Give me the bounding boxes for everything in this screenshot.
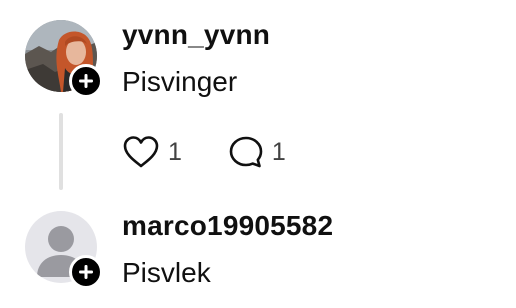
- plus-icon: [79, 265, 93, 279]
- thread-post: yvnn_yvnn Pisvinger 1 1: [0, 0, 516, 200]
- avatar-container: [25, 20, 103, 98]
- thread-line: [59, 113, 63, 190]
- follow-button[interactable]: [69, 255, 103, 289]
- reply-button[interactable]: 1: [228, 135, 286, 169]
- like-button[interactable]: 1: [122, 135, 182, 169]
- reply-count: 1: [271, 138, 286, 166]
- comment-icon: [229, 136, 263, 168]
- like-count: 1: [168, 138, 182, 166]
- heart-icon: [123, 136, 159, 168]
- username[interactable]: yvnn_yvnn: [122, 18, 270, 52]
- thread-post: marco19905582 Pisvlek: [0, 200, 516, 308]
- avatar-container: [25, 211, 103, 289]
- username[interactable]: marco19905582: [122, 209, 333, 243]
- plus-icon: [79, 74, 93, 88]
- follow-button[interactable]: [69, 64, 103, 98]
- post-text: Pisvinger: [122, 66, 238, 97]
- post-actions: 1 1: [122, 134, 286, 170]
- post-text: Pisvlek: [122, 257, 211, 288]
